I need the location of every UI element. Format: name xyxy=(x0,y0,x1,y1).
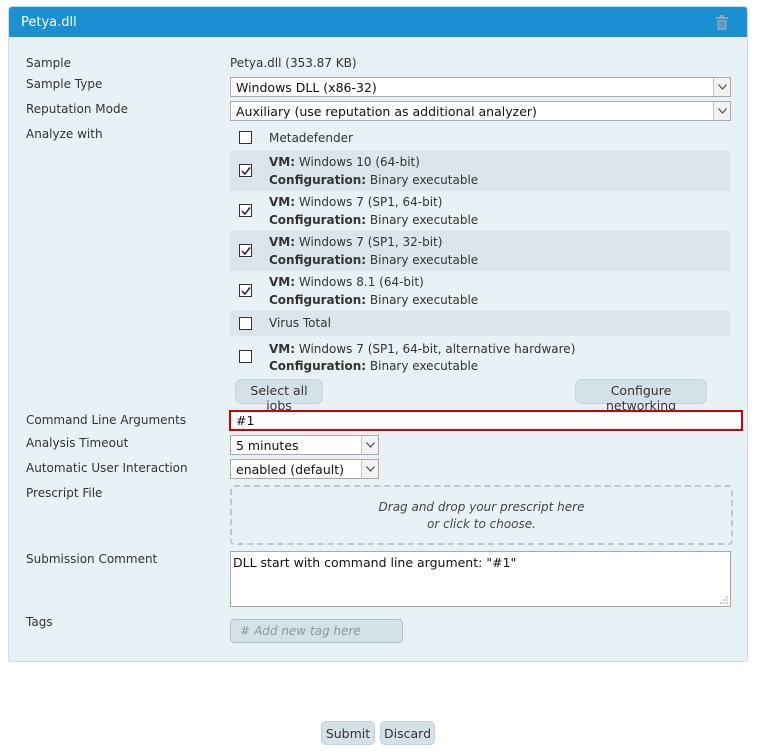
job-checkbox[interactable] xyxy=(239,350,252,363)
checkmark-icon xyxy=(241,287,251,296)
job-metadefender[interactable]: Metadefender xyxy=(230,124,730,151)
checkmark-icon xyxy=(241,167,251,176)
vm-label: VM: xyxy=(269,155,296,169)
command-line-input[interactable]: #1 xyxy=(229,410,743,431)
config-value: Binary executable xyxy=(369,293,479,307)
chevron-down-icon xyxy=(361,460,378,478)
tag-placeholder: Add new tag here xyxy=(254,624,361,638)
resize-grip-icon[interactable] xyxy=(720,596,728,604)
sample-value: Petya.dll (353.87 KB) xyxy=(230,56,357,70)
config-label: Configuration: xyxy=(269,359,367,373)
discard-button[interactable]: Discard xyxy=(380,721,435,745)
dropzone-line2: or click to choose. xyxy=(427,517,536,531)
command-line-label: Command Line Arguments xyxy=(26,413,187,427)
vm-label: VM: xyxy=(269,195,296,209)
sample-type-label: Sample Type xyxy=(26,77,103,91)
checkmark-icon xyxy=(241,247,251,256)
job-checkbox[interactable] xyxy=(239,317,252,330)
checkmark-icon xyxy=(241,207,251,216)
vm-label: VM: xyxy=(269,342,296,356)
job-checkbox[interactable] xyxy=(239,244,252,257)
config-value: Binary executable xyxy=(369,213,479,227)
job-name: Metadefender xyxy=(269,131,353,145)
user-interaction-label: Automatic User Interaction xyxy=(26,461,188,475)
job-checkbox[interactable] xyxy=(239,284,252,297)
panel-title: Petya.dll xyxy=(21,15,77,30)
config-value: Binary executable xyxy=(369,253,479,267)
vm-name: Windows 7 (SP1, 64-bit, alternative hard… xyxy=(298,342,576,356)
configure-networking-button[interactable]: Configure networking xyxy=(575,379,707,413)
reputation-mode-value: Auxiliary (use reputation as additional … xyxy=(236,104,537,119)
chevron-down-icon xyxy=(361,436,378,454)
job-vm-win7-32[interactable]: VM: Windows 7 (SP1, 32-bit) Configuratio… xyxy=(230,231,730,271)
submission-comment-label: Submission Comment xyxy=(26,552,158,566)
chevron-down-icon xyxy=(713,78,730,96)
sample-type-value: Windows DLL (x86-32) xyxy=(236,80,377,95)
config-value: Binary executable xyxy=(369,173,479,187)
submission-comment-textarea[interactable]: DLL start with command line argument: "#… xyxy=(230,551,731,607)
config-label: Configuration: xyxy=(269,253,367,267)
vm-label: VM: xyxy=(269,235,296,249)
vm-name: Windows 8.1 (64-bit) xyxy=(298,275,424,289)
config-label: Configuration: xyxy=(269,293,367,307)
job-vm-win7-64[interactable]: VM: Windows 7 (SP1, 64-bit) Configuratio… xyxy=(230,191,730,231)
prescript-label: Prescript File xyxy=(26,486,103,500)
vm-name: Windows 10 (64-bit) xyxy=(298,155,420,169)
job-name: Virus Total xyxy=(269,316,331,330)
sample-label: Sample xyxy=(26,56,71,70)
user-interaction-value: enabled (default) xyxy=(236,462,345,477)
job-vm-win10-64[interactable]: VM: Windows 10 (64-bit) Configuration: B… xyxy=(230,151,730,191)
vm-name: Windows 7 (SP1, 64-bit) xyxy=(298,195,443,209)
reputation-mode-select[interactable]: Auxiliary (use reputation as additional … xyxy=(230,101,731,121)
dropzone-line1: Drag and drop your prescript here xyxy=(378,500,585,514)
config-label: Configuration: xyxy=(269,173,367,187)
job-virus-total[interactable]: Virus Total xyxy=(230,311,730,336)
comment-text: DLL start with command line argument: "#… xyxy=(233,555,517,570)
analysis-timeout-value: 5 minutes xyxy=(236,438,299,453)
jobs-list: Metadefender VM: Windows 10 (64-bit) Con… xyxy=(230,124,730,376)
vm-label: VM: xyxy=(269,275,296,289)
analyze-with-label: Analyze with xyxy=(26,127,103,141)
submit-button[interactable]: Submit xyxy=(321,721,375,745)
analysis-timeout-select[interactable]: 5 minutes xyxy=(230,435,379,455)
trash-icon[interactable] xyxy=(715,15,729,30)
chevron-down-icon xyxy=(713,102,730,120)
tag-input[interactable]: # Add new tag here xyxy=(230,619,403,643)
user-interaction-select[interactable]: enabled (default) xyxy=(230,459,379,479)
tags-label: Tags xyxy=(26,615,53,629)
job-checkbox[interactable] xyxy=(239,204,252,217)
config-value: Binary executable xyxy=(369,359,479,373)
job-vm-win7-64-alt[interactable]: VM: Windows 7 (SP1, 64-bit, alternative … xyxy=(230,336,730,376)
sample-type-select[interactable]: Windows DLL (x86-32) xyxy=(230,77,731,97)
job-checkbox[interactable] xyxy=(239,164,252,177)
reputation-mode-label: Reputation Mode xyxy=(26,102,128,116)
config-label: Configuration: xyxy=(269,213,367,227)
panel-header: Petya.dll xyxy=(9,7,747,37)
prescript-dropzone[interactable]: Drag and drop your prescript here or cli… xyxy=(230,485,733,545)
job-checkbox[interactable] xyxy=(239,131,252,144)
hash-icon: # xyxy=(240,624,251,638)
analysis-timeout-label: Analysis Timeout xyxy=(26,436,129,450)
job-vm-win81-64[interactable]: VM: Windows 8.1 (64-bit) Configuration: … xyxy=(230,271,730,311)
select-all-jobs-button[interactable]: Select all jobs xyxy=(235,379,323,413)
vm-name: Windows 7 (SP1, 32-bit) xyxy=(298,235,443,249)
